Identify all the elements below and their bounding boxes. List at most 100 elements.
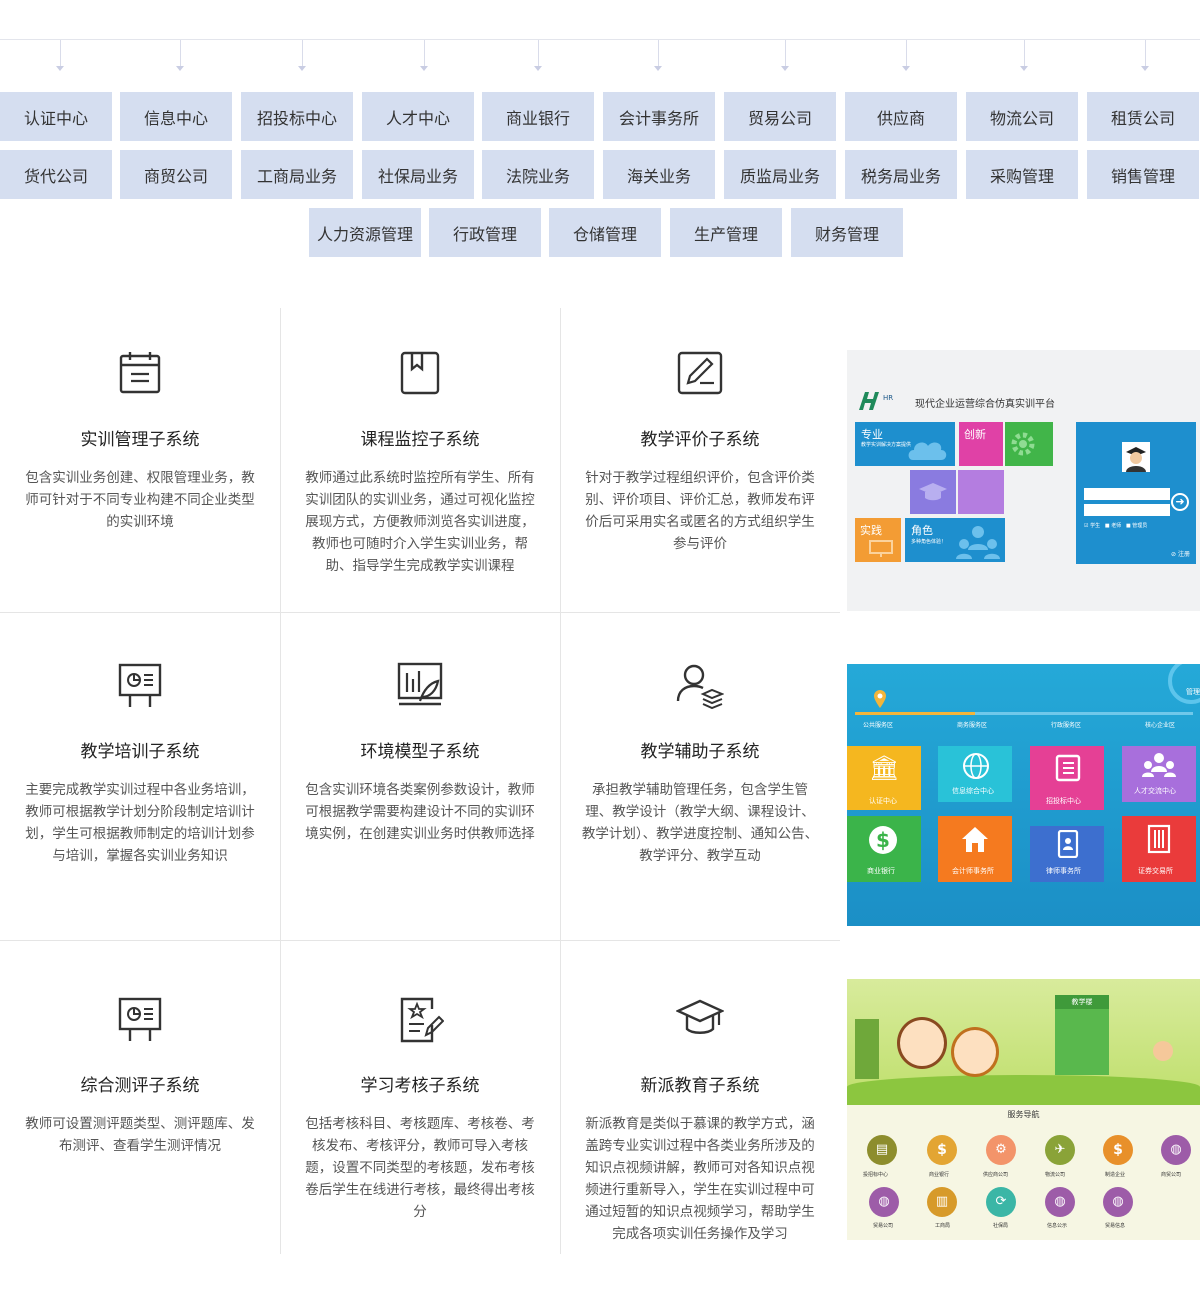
tile-purple-a: [910, 470, 956, 514]
edit-icon: [677, 351, 723, 395]
subsystem-desc: 包含实训环境各类案例参数设计，教师可根据教学需要构建设计不同的实训环境实例，在创…: [305, 782, 535, 842]
subsystem-card[interactable]: 综合测评子系统 教师可设置测评题类型、测评题库、发布测评、查看学生测评情况: [0, 995, 280, 1157]
subsystem-title: 新派教育子系统: [640, 1076, 760, 1096]
nav-icon[interactable]: ◍: [1103, 1187, 1133, 1217]
document-icon: [1055, 754, 1081, 782]
tile-purple-b: [958, 470, 1004, 514]
subsystem-card[interactable]: 教学培训子系统 主要完成教学实训过程中各业务培训，教师可根据教学计划分阶段制定培…: [0, 661, 280, 867]
zone-label[interactable]: 商务服务区: [957, 720, 987, 729]
subsystem-title: 教学培训子系统: [80, 742, 200, 762]
subsystem-desc: 针对于教学过程组织评价，包含评价类别、评价项目、评价汇总，教师发布评价后可采用实…: [585, 470, 815, 552]
subsystem-title: 教学辅助子系统: [640, 742, 760, 762]
tag-tax-bureau[interactable]: 税务局业务: [845, 150, 957, 199]
tag-production[interactable]: 生产管理: [670, 208, 782, 257]
tile-innovate: 创新: [959, 422, 1003, 466]
tag-sales[interactable]: 销售管理: [1087, 150, 1199, 199]
login-panel: ➜ ☑ 学生 ■ 老师 ■ 管理员 ⊘ 注册: [1076, 422, 1196, 564]
zone-label[interactable]: 行政服务区: [1051, 720, 1081, 729]
tag-social-security[interactable]: 社保局业务: [362, 150, 474, 199]
connector-arrow: [902, 40, 910, 71]
zone-label[interactable]: 核心企业区: [1145, 720, 1175, 729]
bookmark-book-icon: [400, 351, 440, 395]
tag-customs[interactable]: 海关业务: [603, 150, 715, 199]
office-building-icon: [1147, 824, 1171, 854]
nav-icon[interactable]: ✈: [1045, 1135, 1075, 1165]
tile-cert-center[interactable]: 🏛 认证中心: [847, 746, 921, 810]
tile-stock-exchange[interactable]: 证券交易所: [1122, 816, 1196, 882]
role-options[interactable]: ☑ 学生 ■ 老师 ■ 管理员: [1084, 522, 1147, 529]
username-input[interactable]: [1084, 488, 1170, 500]
nav-icon[interactable]: ⟳: [986, 1187, 1016, 1217]
subsystem-card[interactable]: 实训管理子系统 包含实训业务创建、权限管理业务，教师可针对于不同专业构建不同企业…: [0, 349, 280, 533]
nav-icon[interactable]: ◍: [869, 1187, 899, 1217]
subsystem-card[interactable]: 学习考核子系统 包括考核科目、考核题库、考核卷、考核发布、考核评分，教师可导入考…: [280, 995, 560, 1223]
nav-icon[interactable]: ▤: [867, 1135, 897, 1165]
login-arrow-icon[interactable]: ➜: [1171, 493, 1189, 511]
subsystem-desc: 新派教育是类似于慕课的教学方式，涵盖跨专业实训过程中各类业务所涉及的知识点视频讲…: [585, 1116, 815, 1242]
tile-accounting-firm[interactable]: 会计师事务所: [938, 816, 1012, 882]
graduation-cap-icon: [676, 999, 724, 1034]
avatar: [1122, 442, 1150, 472]
subsystem-desc: 主要完成教学实训过程中各业务培训，教师可根据教学计划分阶段制定培训计划，学生可根…: [25, 782, 255, 864]
tag-trade-company[interactable]: 贸易公司: [724, 92, 836, 141]
school-building: 教学楼: [1055, 995, 1109, 1075]
tag-info-center[interactable]: 信息中心: [120, 92, 232, 141]
tag-supplier[interactable]: 供应商: [845, 92, 957, 141]
nav-title: 服务导航: [1007, 1110, 1040, 1119]
tile-commercial-bank[interactable]: $ 商业银行: [847, 816, 921, 882]
tile-info-center[interactable]: 信息综合中心: [938, 746, 1012, 802]
dollar-icon: $: [869, 826, 897, 854]
nav-icon[interactable]: ▥: [927, 1187, 957, 1217]
presentation-board-icon: [118, 997, 162, 1041]
cloud-icon: [908, 442, 947, 460]
tag-freight-forwarder[interactable]: 货代公司: [0, 150, 112, 199]
subsystem-title: 环境模型子系统: [360, 742, 480, 762]
tag-bidding-center[interactable]: 招投标中心: [241, 92, 353, 141]
subsystem-card[interactable]: 教学辅助子系统 承担教学辅助管理任务，包含学生管理、教学设计（教学大纲、课程设计…: [560, 661, 840, 867]
password-input[interactable]: [1084, 504, 1170, 516]
tag-logistics[interactable]: 物流公司: [966, 92, 1078, 141]
tag-hr[interactable]: 人力资源管理: [309, 208, 421, 257]
tag-talent-center[interactable]: 人才中心: [362, 92, 474, 141]
tag-admin[interactable]: 行政管理: [429, 208, 541, 257]
monitor-icon: [869, 540, 893, 557]
subsystem-card[interactable]: 教学评价子系统 针对于教学过程组织评价，包含评价类别、评价项目、评价汇总，教师发…: [560, 349, 840, 555]
tag-purchasing[interactable]: 采购管理: [966, 150, 1078, 199]
screenshot-platform-login: HR 现代企业运营综合仿真实训平台 专业 教学实训解决方案提供 创新 实践 角色…: [847, 350, 1200, 611]
tag-industry-bureau[interactable]: 工商局业务: [241, 150, 353, 199]
user-stack-icon: [676, 664, 724, 709]
connector-arrow: [1020, 40, 1028, 71]
tag-accounting-firm[interactable]: 会计事务所: [603, 92, 715, 141]
calendar-icon: [119, 352, 161, 394]
connector-arrow: [420, 40, 428, 71]
tile-talent-center[interactable]: 人才交流中心: [1122, 746, 1196, 802]
zone-label[interactable]: 公共服务区: [863, 720, 893, 729]
register-link[interactable]: ⊘ 注册: [1171, 549, 1190, 558]
subsystem-desc: 教师通过此系统时监控所有学生、所有实训团队的实训业务，通过可视化监控展现方式，方…: [305, 470, 535, 574]
tag-finance[interactable]: 财务管理: [791, 208, 903, 257]
graduation-cap-icon: [919, 483, 947, 501]
tag-commerce-company[interactable]: 商贸公司: [120, 150, 232, 199]
connector-arrow: [298, 40, 306, 71]
connector-arrow: [654, 40, 662, 71]
tag-quality-bureau[interactable]: 质监局业务: [724, 150, 836, 199]
tag-court[interactable]: 法院业务: [482, 150, 594, 199]
subsystem-card[interactable]: 课程监控子系统 教师通过此系统时监控所有学生、所有实训团队的实训业务，通过可视化…: [280, 349, 560, 577]
tag-cert-center[interactable]: 认证中心: [0, 92, 112, 141]
tile-practice: 实践: [855, 518, 901, 562]
nav-icon[interactable]: ◍: [1045, 1187, 1075, 1217]
tag-commercial-bank[interactable]: 商业银行: [482, 92, 594, 141]
corner-ring: [1168, 664, 1200, 704]
nav-icon[interactable]: $: [927, 1135, 957, 1165]
subsystem-card[interactable]: 环境模型子系统 包含实训环境各类案例参数设计，教师可根据教学需要构建设计不同的实…: [280, 661, 560, 845]
tag-warehouse[interactable]: 仓储管理: [549, 208, 661, 257]
nav-icon[interactable]: ⚙: [986, 1135, 1016, 1165]
tile-bidding-center[interactable]: 招投标中心: [1030, 746, 1104, 810]
zone-track-progress: [855, 712, 975, 715]
corner-label: 管理: [1186, 688, 1200, 696]
nav-icon[interactable]: $: [1103, 1135, 1133, 1165]
tag-leasing[interactable]: 租赁公司: [1087, 92, 1199, 141]
nav-icon[interactable]: ◍: [1161, 1135, 1191, 1165]
subsystem-card[interactable]: 新派教育子系统 新派教育是类似于慕课的教学方式，涵盖跨专业实训过程中各类业务所涉…: [560, 995, 840, 1245]
tile-law-firm[interactable]: 律师事务所: [1030, 826, 1104, 882]
